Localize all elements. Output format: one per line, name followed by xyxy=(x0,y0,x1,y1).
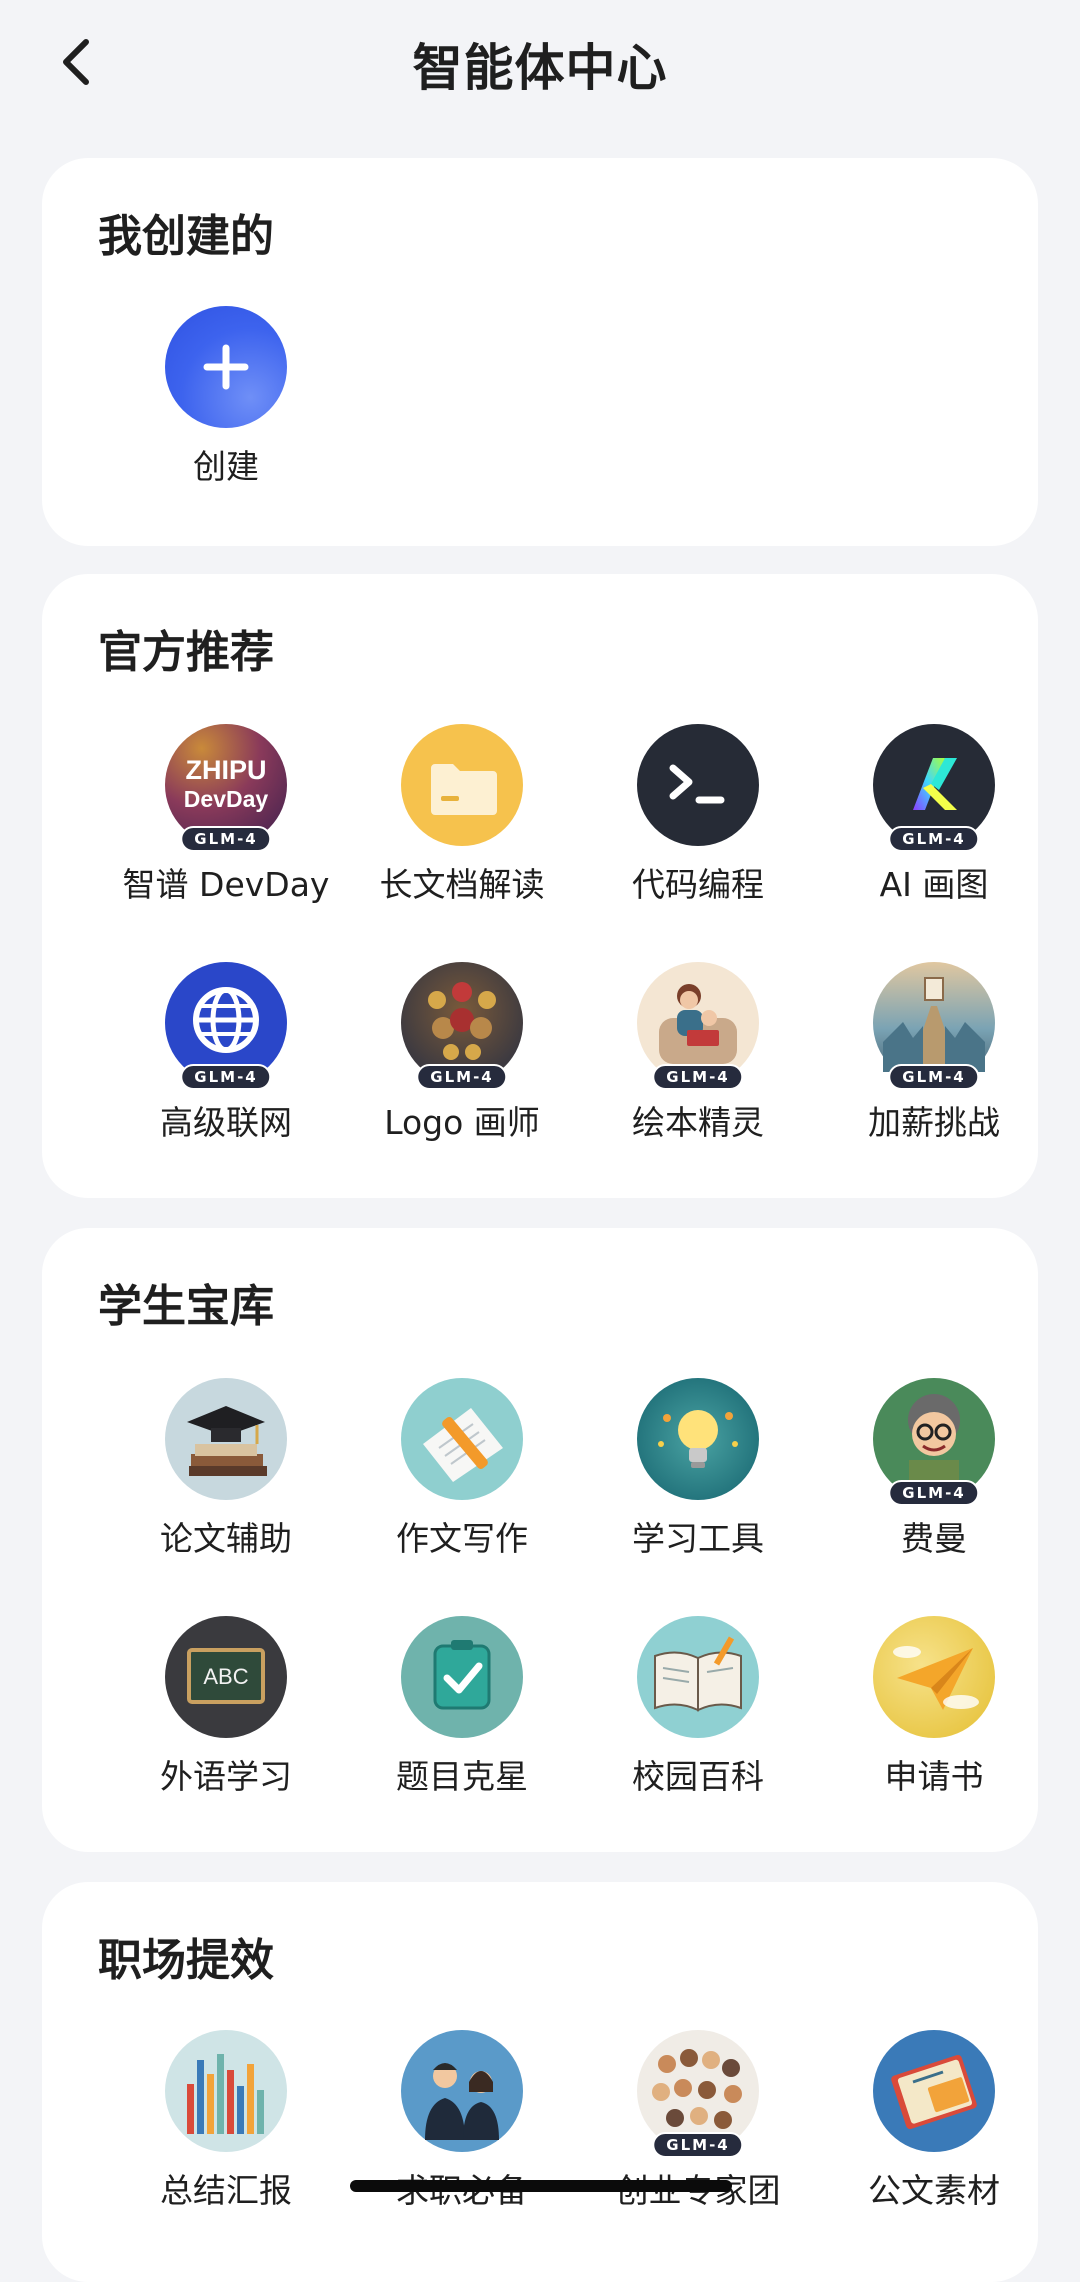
model-badge: GLM-4 xyxy=(888,826,980,852)
agent-coding[interactable]: 代码编程 xyxy=(578,724,818,906)
agent-language-learning[interactable]: ABC 外语学习 xyxy=(106,1616,346,1798)
agent-label: 作文写作 xyxy=(396,1519,528,1558)
agent-label: 智谱 DevDay xyxy=(122,865,330,904)
section-title: 官方推荐 xyxy=(98,627,274,678)
agent-label: 高级联网 xyxy=(160,1103,292,1142)
agent-feynman[interactable]: GLM-4 费曼 xyxy=(814,1378,1054,1560)
my-agents-section: 我创建的 创建 xyxy=(42,158,1038,546)
salary-challenge-icon: GLM-4 xyxy=(873,962,995,1090)
agent-label: 学习工具 xyxy=(632,1519,764,1558)
globe-icon: GLM-4 xyxy=(165,962,287,1090)
create-agent-button[interactable]: 创建 xyxy=(106,306,346,488)
agent-summary-report[interactable]: 总结汇报 xyxy=(106,2030,346,2212)
agent-label: 论文辅助 xyxy=(160,1519,292,1558)
chalkboard-icon: ABC xyxy=(165,1616,287,1738)
agent-label: 外语学习 xyxy=(160,1757,292,1796)
agent-application-letter[interactable]: 申请书 xyxy=(814,1616,1054,1798)
agent-paper-assist[interactable]: 论文辅助 xyxy=(106,1378,346,1560)
model-badge: GLM-4 xyxy=(652,1064,744,1090)
agent-label: AI 画图 xyxy=(879,865,989,904)
create-label: 创建 xyxy=(193,447,259,486)
model-badge: GLM-4 xyxy=(180,1064,272,1090)
agent-problem-solver[interactable]: 题目克星 xyxy=(342,1616,582,1798)
terminal-icon xyxy=(637,724,759,846)
agent-advanced-web[interactable]: GLM-4 高级联网 xyxy=(106,962,346,1144)
agent-label: 长文档解读 xyxy=(379,865,545,904)
job-seekers-icon xyxy=(401,2030,523,2152)
logo-line2: DevDay xyxy=(184,786,269,812)
agent-storybook[interactable]: GLM-4 绘本精灵 xyxy=(578,962,818,1144)
pen-paper-icon xyxy=(401,1378,523,1500)
plus-icon xyxy=(203,344,249,390)
model-badge: GLM-4 xyxy=(180,826,272,852)
agent-label: 申请书 xyxy=(884,1757,984,1796)
startup-team-icon: GLM-4 xyxy=(637,2030,759,2158)
chalkboard-text: ABC xyxy=(203,1664,248,1689)
lightbulb-icon xyxy=(637,1378,759,1500)
check-clipboard-icon xyxy=(401,1616,523,1738)
model-badge: GLM-4 xyxy=(416,1064,508,1090)
official-recommend-section: 官方推荐 ZHIPU DevDay GLM-4 智谱 DevDay 长文档解读 xyxy=(42,574,1038,1198)
agent-label: 代码编程 xyxy=(632,865,764,904)
logo-line1: ZHIPU xyxy=(186,755,267,785)
paper-plane-icon xyxy=(873,1616,995,1738)
agent-campus-wiki[interactable]: 校园百科 xyxy=(578,1616,818,1798)
logo-art-icon: GLM-4 xyxy=(401,962,523,1090)
agent-label: 加薪挑战 xyxy=(868,1103,1000,1142)
zhipu-devday-logo-icon: ZHIPU DevDay GLM-4 xyxy=(165,724,287,852)
agent-study-tools[interactable]: 学习工具 xyxy=(578,1378,818,1560)
ai-draw-logo-icon: GLM-4 xyxy=(873,724,995,852)
folder-icon xyxy=(401,724,523,846)
bar-report-icon xyxy=(165,2030,287,2152)
section-title: 我创建的 xyxy=(98,211,274,262)
home-indicator[interactable] xyxy=(350,2180,732,2192)
model-badge: GLM-4 xyxy=(652,2132,744,2158)
model-badge: GLM-4 xyxy=(888,1064,980,1090)
agent-long-doc[interactable]: 长文档解读 xyxy=(342,724,582,906)
feynman-portrait-icon: GLM-4 xyxy=(873,1378,995,1506)
section-title: 职场提效 xyxy=(98,1935,274,1986)
agent-zhipu-devday[interactable]: ZHIPU DevDay GLM-4 智谱 DevDay xyxy=(106,724,346,906)
storybook-icon: GLM-4 xyxy=(637,962,759,1090)
student-treasury-section: 学生宝库 论文辅助 作文写作 学习工具 GLM-4 费曼 ABC 外语学习 题目… xyxy=(42,1228,1038,1852)
agent-label: 题目克星 xyxy=(396,1757,528,1796)
model-badge: GLM-4 xyxy=(888,1480,980,1506)
agent-ai-draw[interactable]: GLM-4 AI 画图 xyxy=(814,724,1054,906)
agent-official-docs[interactable]: 公文素材 xyxy=(814,2030,1054,2212)
agent-label: 绘本精灵 xyxy=(632,1103,764,1142)
agent-label: 费曼 xyxy=(901,1519,967,1558)
agent-label: 总结汇报 xyxy=(160,2171,292,2210)
create-circle xyxy=(165,306,287,428)
section-title: 学生宝库 xyxy=(98,1281,274,1332)
agent-salary-challenge[interactable]: GLM-4 加薪挑战 xyxy=(814,962,1054,1144)
page-title: 智能体中心 xyxy=(412,39,668,97)
top-bar: 智能体中心 xyxy=(0,0,1080,125)
graduation-books-icon xyxy=(165,1378,287,1500)
document-notebook-icon xyxy=(873,2030,995,2152)
agent-logo-artist[interactable]: GLM-4 Logo 画师 xyxy=(342,962,582,1144)
agent-essay-writing[interactable]: 作文写作 xyxy=(342,1378,582,1560)
agent-label: 公文素材 xyxy=(868,2171,1000,2210)
agent-label: 校园百科 xyxy=(632,1757,764,1796)
agent-label: Logo 画师 xyxy=(384,1103,540,1142)
workplace-efficiency-section: 职场提效 总结汇报 GLM-4 公文素材 xyxy=(42,1882,1038,2282)
open-book-icon xyxy=(637,1616,759,1738)
